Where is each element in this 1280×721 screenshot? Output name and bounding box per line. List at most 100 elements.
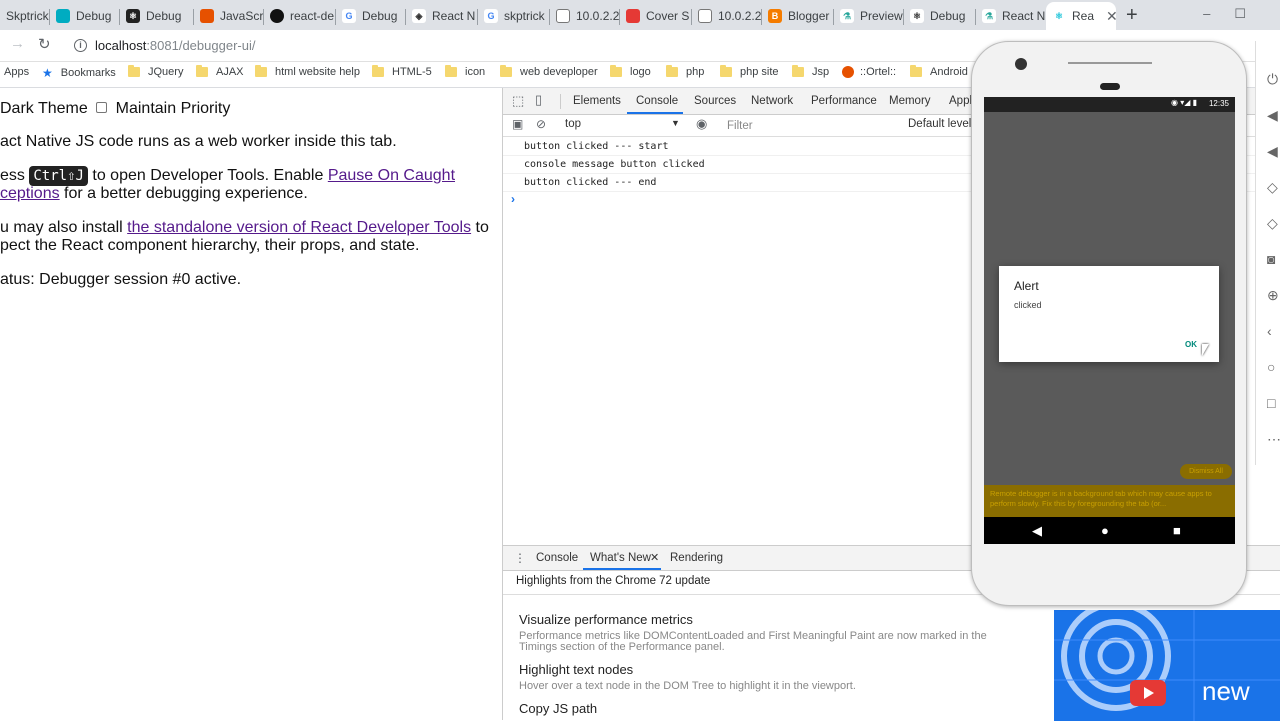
back-icon[interactable]: ‹ — [1267, 323, 1272, 339]
alert-ok-button[interactable]: OK — [1185, 340, 1197, 349]
pause-on-caught-link[interactable]: Pause On Caught — [328, 167, 455, 184]
tab-memory[interactable]: Memory — [889, 95, 931, 107]
inspect-element-icon[interactable]: ⬚ — [512, 93, 524, 109]
zoom-icon[interactable]: ⊕ — [1267, 287, 1279, 304]
close-drawer-tab-icon[interactable]: ✕ — [650, 551, 659, 564]
drawer-tab-whats-new[interactable]: What's New — [590, 552, 651, 564]
clear-console-icon[interactable]: ⊘ — [536, 117, 546, 131]
browser-tab[interactable]: ⚛ Debug — [904, 2, 976, 30]
rotate-right-icon[interactable]: ◇ — [1267, 215, 1278, 232]
drawer-tab-console[interactable]: Console — [536, 552, 578, 564]
browser-tab[interactable]: ⚛ Debug — [120, 2, 194, 30]
browser-tab[interactable]: Cover S — [620, 2, 692, 30]
browser-tab[interactable]: ◈ React N — [406, 2, 478, 30]
bookmark-folder[interactable]: logo — [610, 65, 651, 78]
back-icon[interactable]: ◀ — [1032, 523, 1042, 539]
whats-new-item-title[interactable]: Copy JS path — [519, 701, 597, 716]
context-selector[interactable]: top — [565, 118, 581, 130]
console-filter-input[interactable] — [723, 117, 903, 135]
browser-tab[interactable]: Gskptrick — [478, 2, 550, 30]
bookmark-folder[interactable]: html website help — [255, 65, 360, 78]
browser-tab[interactable]: G Debug — [336, 2, 406, 30]
pause-on-caught-exceptions-link[interactable]: ceptions — [0, 185, 60, 202]
site-info-icon[interactable]: i — [74, 39, 87, 52]
window-controls[interactable]: –☐ — [1203, 6, 1270, 22]
close-tab-icon[interactable]: ✕ — [1106, 8, 1116, 25]
whats-new-item-title[interactable]: Highlight text nodes — [519, 662, 633, 677]
browser-tab[interactable]: ⚗ React N — [976, 2, 1046, 30]
sidebar-toggle-icon[interactable]: ▣ — [512, 117, 523, 131]
overview-icon[interactable]: □ — [1267, 395, 1275, 411]
camera-icon[interactable]: ◙ — [1267, 251, 1275, 267]
inspect-text: pect the React component hierarchy, thei… — [0, 237, 420, 254]
tab-elements[interactable]: Elements — [573, 95, 621, 107]
console-prompt-icon[interactable]: › — [511, 192, 515, 206]
tab-console[interactable]: Console — [636, 95, 678, 107]
android-status-bar: ◉ ▾◢ ▮ 12:35 — [984, 97, 1235, 112]
bookmark-folder[interactable]: php — [666, 65, 704, 78]
rotate-left-icon[interactable]: ◇ — [1267, 179, 1278, 196]
bookmark-label: AJAX — [216, 66, 244, 78]
volume-down-icon[interactable]: ◀ — [1267, 143, 1278, 160]
browser-tab[interactable]: JavaScri — [194, 2, 264, 30]
browser-tab[interactable]: 10.0.2.2 — [692, 2, 762, 30]
forward-arrow-icon[interactable]: → — [10, 35, 25, 52]
tab-network[interactable]: Network — [751, 95, 793, 107]
bookmark-folder[interactable]: php site — [720, 65, 779, 78]
live-expression-eye-icon[interactable]: ◉ — [696, 116, 707, 132]
tab-title: skptrick — [504, 9, 545, 23]
tab-performance[interactable]: Performance — [811, 95, 877, 107]
home-icon[interactable]: ○ — [1267, 359, 1275, 375]
android-emulator: ◉ ▾◢ ▮ 12:35 Alert clicked OK Dismiss Al… — [971, 41, 1247, 606]
maintain-priority-checkbox[interactable] — [96, 102, 108, 114]
youtube-play-icon[interactable] — [1130, 680, 1166, 706]
front-camera-icon — [1015, 58, 1027, 70]
bookmark-label: HTML-5 — [392, 66, 432, 78]
folder-icon — [610, 65, 622, 77]
bookmark-item[interactable]: ::Ortel:: — [842, 66, 896, 78]
apps-shortcut[interactable]: Apps — [4, 66, 29, 78]
folder-icon — [666, 65, 678, 77]
more-icon[interactable]: ⋯ — [1267, 431, 1280, 448]
bookmark-item[interactable]: ★ Bookmarks — [42, 66, 116, 80]
bookmark-folder[interactable]: HTML-5 — [372, 65, 432, 78]
log-levels-dropdown[interactable]: Default levels — [908, 118, 977, 130]
browser-tab[interactable]: ⚗ Preview — [834, 2, 904, 30]
browser-tab[interactable]: B Blogger — [762, 2, 834, 30]
bookmark-folder[interactable]: Jsp — [792, 65, 829, 78]
browser-tab[interactable]: 10.0.2.2 — [550, 2, 620, 30]
google-favicon-icon: G — [484, 9, 498, 23]
more-tools-icon[interactable]: ⋮ — [514, 551, 526, 565]
whats-new-video-thumbnail[interactable]: new — [1054, 610, 1280, 721]
browser-tab[interactable]: react-de — [264, 2, 336, 30]
reload-icon[interactable]: ↻ — [38, 35, 51, 53]
bookmark-label: ::Ortel:: — [860, 66, 897, 78]
dismiss-all-button[interactable]: Dismiss All — [1180, 464, 1232, 479]
browser-tab[interactable]: Debug — [50, 2, 120, 30]
emulator-screen[interactable]: ◉ ▾◢ ▮ 12:35 Alert clicked OK Dismiss Al… — [984, 97, 1235, 544]
drawer-tab-rendering[interactable]: Rendering — [670, 552, 723, 564]
bookmark-folder[interactable]: JQuery — [128, 65, 184, 78]
bookmark-folder[interactable]: web deveploper — [500, 65, 598, 78]
standalone-devtools-link[interactable]: the standalone version of React Develope… — [127, 219, 471, 236]
yellow-box-warning[interactable]: Remote debugger is in a background tab w… — [984, 485, 1235, 517]
hint-prefix: ess — [0, 167, 25, 184]
recents-icon[interactable]: ■ — [1173, 523, 1181, 538]
home-icon[interactable]: ● — [1101, 523, 1109, 538]
new-tab-button[interactable]: + — [1126, 4, 1138, 27]
bookmark-folder[interactable]: icon — [445, 65, 485, 78]
address-bar[interactable]: localhost:8081/debugger-ui/ — [95, 38, 255, 53]
chevron-down-icon[interactable]: ▼ — [671, 118, 680, 128]
bookmark-folder[interactable]: AJAX — [196, 65, 244, 78]
device-toolbar-icon[interactable]: ▯ — [535, 92, 542, 108]
power-icon[interactable]: ⏻ — [1267, 71, 1278, 88]
bookmark-label: JQuery — [148, 66, 184, 78]
tab-title: 10.0.2.2 — [576, 9, 620, 23]
volume-up-icon[interactable]: ◀ — [1267, 107, 1278, 124]
browser-tab-active[interactable]: ⚛ Rea ✕ — [1046, 2, 1116, 30]
tab-sources[interactable]: Sources — [694, 95, 736, 107]
bookmark-folder[interactable]: Android — [910, 65, 968, 78]
whats-new-item-title[interactable]: Visualize performance metrics — [519, 612, 693, 627]
debugger-page: Dark Theme Maintain Priority act Native … — [0, 88, 502, 720]
browser-tab[interactable]: Skptrick — [0, 2, 50, 30]
